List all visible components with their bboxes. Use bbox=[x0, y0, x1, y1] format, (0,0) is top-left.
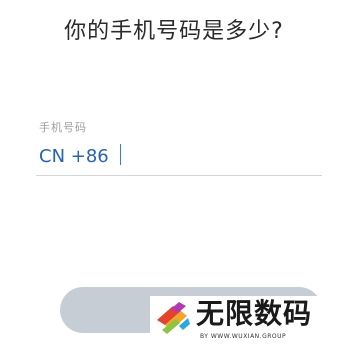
text-caret bbox=[119, 144, 121, 165]
country-code-value: CN +86 bbox=[39, 146, 109, 167]
phone-entry-screen: 你的手机号码是多少? 手机号码 CN +86 无限数码 BY WWW.WUXIA… bbox=[0, 0, 348, 346]
phone-number-input[interactable]: CN +86 bbox=[39, 144, 121, 169]
watermark-name: 无限数码 bbox=[196, 297, 313, 330]
phone-field-label: 手机号码 bbox=[39, 121, 87, 134]
wuxian-logo-icon bbox=[157, 302, 190, 334]
watermark-url: BY WWW.WUXIAN.GROUP bbox=[200, 333, 287, 340]
phone-number-field[interactable]: 手机号码 CN +86 bbox=[36, 121, 322, 176]
watermark: 无限数码 BY WWW.WUXIAN.GROUP bbox=[150, 296, 348, 346]
page-title: 你的手机号码是多少? bbox=[64, 19, 284, 44]
